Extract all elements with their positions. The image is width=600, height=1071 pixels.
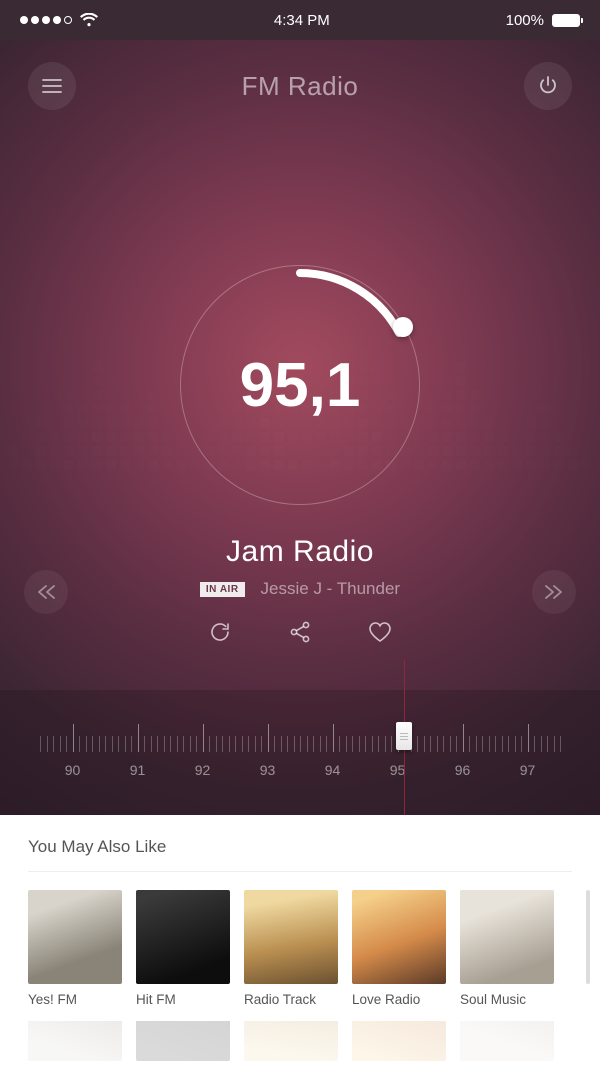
prev-button[interactable]	[24, 570, 68, 614]
frequency-value: 95,1	[180, 265, 420, 505]
battery-icon	[552, 14, 580, 27]
rec-thumb	[460, 890, 554, 984]
rec-name: Yes! FM	[28, 992, 122, 1007]
share-icon	[288, 620, 312, 644]
station-name: Jam Radio	[0, 535, 600, 569]
refresh-button[interactable]	[208, 620, 232, 644]
rec-item[interactable]: Hit FM	[136, 890, 230, 1007]
status-right: 100%	[506, 12, 580, 29]
rewind-icon	[37, 585, 55, 599]
scale-label: 93	[260, 762, 276, 778]
scale-label: 94	[325, 762, 341, 778]
rec-item[interactable]: Love Radio	[352, 890, 446, 1007]
rec-name: Love Radio	[352, 992, 446, 1007]
recommendations-panel: You May Also Like Yes! FM Hit FM Radio T…	[0, 815, 600, 1071]
rec-item[interactable]: Soul Music	[460, 890, 554, 1007]
rec-item[interactable]: Yes! FM	[28, 890, 122, 1007]
scale-label: 92	[195, 762, 211, 778]
rec-thumb	[136, 890, 230, 984]
recommendations-reflection	[28, 1021, 572, 1061]
share-button[interactable]	[288, 620, 312, 644]
rec-thumb	[352, 890, 446, 984]
now-playing: Jam Radio IN AIR Jessie J - Thunder	[0, 535, 600, 599]
scale-label: 95	[390, 762, 406, 778]
app-header: FM Radio	[0, 40, 600, 110]
wifi-icon	[80, 13, 98, 27]
rec-name: Hit FM	[136, 992, 230, 1007]
status-time: 4:34 PM	[274, 12, 330, 29]
menu-button[interactable]	[28, 62, 76, 110]
tuner-thumb[interactable]	[396, 722, 412, 750]
track-name: Jessie J - Thunder	[261, 579, 401, 599]
power-icon	[538, 76, 558, 96]
power-button[interactable]	[524, 62, 572, 110]
action-row	[0, 620, 600, 644]
scale-label: 96	[455, 762, 471, 778]
status-bar: 4:34 PM 100%	[0, 0, 600, 40]
app-title: FM Radio	[242, 71, 359, 102]
refresh-icon	[208, 620, 232, 644]
favorite-button[interactable]	[368, 621, 392, 643]
rec-thumb	[28, 890, 122, 984]
recommendations-row: Yes! FM Hit FM Radio Track Love Radio So…	[28, 890, 572, 1007]
scale-label: 90	[65, 762, 81, 778]
scale-label: 91	[130, 762, 146, 778]
frequency-ruler[interactable]: 90 91 92 93 94 95 96 97	[0, 690, 600, 815]
tuner-dial[interactable]: 95,1	[180, 265, 420, 505]
battery-percent: 100%	[506, 12, 544, 29]
radio-panel: FM Radio 95,1 Jam Radio IN AIR Jessie J …	[0, 40, 600, 815]
scale-label: 97	[520, 762, 536, 778]
signal-icon	[20, 16, 72, 24]
recommendations-title: You May Also Like	[28, 837, 572, 872]
in-air-badge: IN AIR	[200, 582, 245, 597]
rec-item[interactable]: Radio Track	[244, 890, 338, 1007]
recommendations-scrollbar[interactable]	[586, 890, 590, 984]
rec-name: Soul Music	[460, 992, 554, 1007]
menu-icon	[42, 79, 62, 93]
next-button[interactable]	[532, 570, 576, 614]
status-left	[20, 13, 98, 27]
heart-icon	[368, 621, 392, 643]
rec-thumb	[244, 890, 338, 984]
rec-name: Radio Track	[244, 992, 338, 1007]
forward-icon	[545, 585, 563, 599]
